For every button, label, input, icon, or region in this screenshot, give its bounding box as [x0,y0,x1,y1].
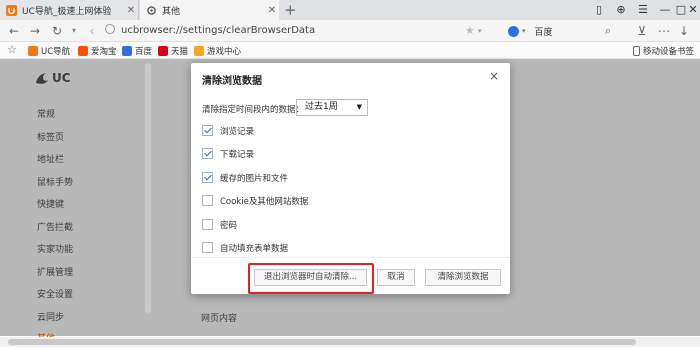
cancel-button[interactable]: 取消 [377,269,415,286]
gear-icon [147,5,156,15]
checkbox[interactable] [202,219,213,230]
highlight-box [248,263,374,294]
chevron-down-icon[interactable]: ▾ [478,23,482,39]
back-icon[interactable]: ← [6,23,22,39]
bookmark-label: 百度 [135,46,153,57]
download-icon[interactable]: ↓ [676,23,692,39]
sidebar-toggle-icon[interactable]: ▯ [588,0,610,20]
bookmark-label: 游戏中心 [207,46,242,57]
baidu-icon [508,25,519,37]
mobile-device-icon [633,45,640,56]
bookmarks-bar: ☆ UC导航 爱淘宝 百度 天猫 游戏中心 移动设备书签 [0,42,700,59]
menu-icon[interactable]: ☰ [632,0,654,20]
clear-data-button[interactable]: 清除浏览数据 [425,269,501,286]
reload-dropdown-icon[interactable]: ▾ [66,23,82,39]
search-engine-selector[interactable]: ▾ 百度 [508,23,553,39]
chevron-left-icon[interactable]: ‹ [84,23,100,39]
option-cached-images[interactable]: 缓存的图片和文件 [202,171,288,184]
horizontal-scrollbar[interactable] [0,337,700,347]
bookmark-label: 爱淘宝 [91,46,117,57]
bookmark-star-icon[interactable]: ★ [465,23,475,39]
clear-data-dialog: 清除浏览数据 × 清除指定时间段内的数据： 过去1周 ▼ 浏览记录 下载记录 缓… [191,63,510,294]
checkbox[interactable] [202,148,213,159]
option-label: Cookie及其他网站数据 [220,196,309,207]
uc-logo-icon [6,4,17,16]
time-range-value: 过去1周 [305,102,338,112]
bookmark-label: 移动设备书签 [643,46,695,57]
checkbox[interactable] [202,125,213,136]
more-icon[interactable]: ⋯ [656,23,672,39]
taobao-icon [78,45,88,56]
toolbar: ← → ↻ ▾ ‹ ucbrowser://settings/clearBrow… [0,20,700,42]
search-icon[interactable]: ⌕ [605,23,611,39]
address-bar[interactable]: ucbrowser://settings/clearBrowserData [105,23,495,39]
time-range-select[interactable]: 过去1周 ▼ [296,99,368,116]
dialog-title: 清除浏览数据 [202,76,262,87]
vertical-scrollbar[interactable] [145,63,151,313]
bookmark-game-center[interactable]: 游戏中心 [194,44,241,57]
bookmark-uc-nav[interactable]: UC导航 [28,44,70,57]
option-passwords[interactable]: 密码 [202,218,237,231]
tab-strip: UC导航_极速上网体验 ✕ 其他 ✕ + ▯ ⊕ ☰ — □ ✕ [0,0,700,20]
checkbox[interactable] [202,195,213,206]
address-text: ucbrowser://settings/clearBrowserData [121,25,316,36]
tab-close-icon[interactable]: ✕ [124,5,138,16]
window-close-button[interactable]: ✕ [686,0,700,20]
reload-icon[interactable]: ↻ [49,23,65,39]
option-label: 密码 [220,220,238,231]
tmall-icon [158,45,168,56]
option-download-history[interactable]: 下载记录 [202,147,254,160]
option-label: 自动填充表单数据 [220,243,289,254]
new-tab-button[interactable]: + [284,1,297,19]
bookmark-star-icon[interactable]: ☆ [7,43,17,56]
bookmark-label: UC导航 [41,46,71,57]
page-info-icon[interactable] [105,24,115,34]
tab-settings[interactable]: 其他 ✕ [140,0,279,20]
search-engine-label: 百度 [534,27,553,38]
option-label: 下载记录 [220,149,255,160]
tab-uc-navigation[interactable]: UC导航_极速上网体验 ✕ [0,0,139,20]
chevron-down-icon: ▼ [356,103,362,111]
mobile-bookmarks[interactable]: 移动设备书签 [633,44,694,57]
baidu-icon [122,45,132,56]
close-icon[interactable]: × [489,69,499,83]
extensions-icon[interactable]: ⊕ [610,0,632,20]
option-label: 缓存的图片和文件 [220,173,289,184]
checkbox[interactable] [202,242,213,253]
divider [191,257,510,258]
scrollbar-thumb[interactable] [8,339,636,345]
tab-close-icon[interactable]: ✕ [265,5,279,16]
option-browsing-history[interactable]: 浏览记录 [202,124,254,137]
bookmark-baidu[interactable]: 百度 [122,44,152,57]
option-cookies[interactable]: Cookie及其他网站数据 [202,194,308,207]
option-autofill[interactable]: 自动填充表单数据 [202,241,288,254]
tab-label: 其他 [162,6,181,17]
bookmark-tmall[interactable]: 天猫 [158,44,188,57]
option-label: 浏览记录 [220,126,255,137]
bookmark-aitaobao[interactable]: 爱淘宝 [78,44,117,57]
forward-icon[interactable]: → [27,23,43,39]
bookmark-label: 天猫 [171,46,189,57]
checkbox[interactable] [202,172,213,183]
time-range-label: 清除指定时间段内的数据： [202,105,305,115]
chevron-down-icon: ▾ [522,27,526,35]
uc-logo-icon [28,45,38,56]
cart-icon[interactable]: ⊻ [634,23,650,39]
game-center-icon [194,45,204,56]
tab-label: UC导航_极速上网体验 [22,6,112,17]
